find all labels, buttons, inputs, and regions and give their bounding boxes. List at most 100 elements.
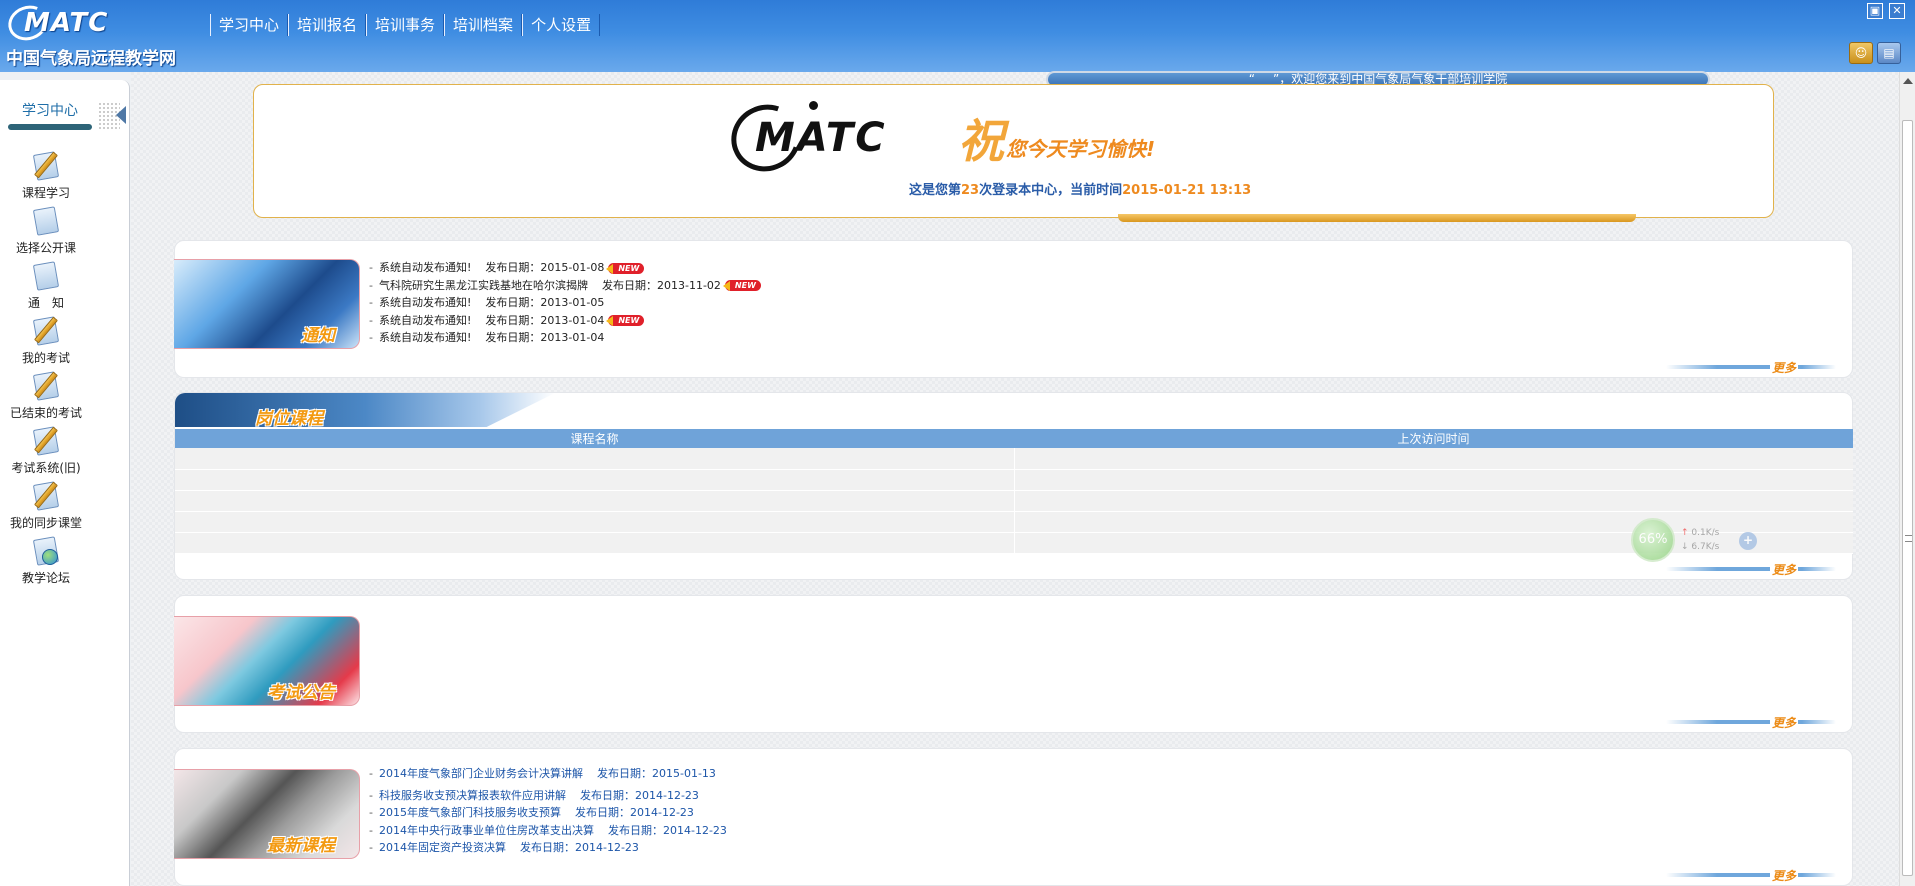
course-date: 发布日期：2014-12-23 bbox=[574, 806, 694, 819]
login-info: 这是您第23次登录本中心，当前时间2015-01-21 13:13 bbox=[909, 179, 1251, 198]
login-prefix: 这是您第 bbox=[909, 183, 962, 198]
sidebar-item-old-exam-system[interactable]: 考试系统(旧) bbox=[0, 425, 92, 476]
vertical-scrollbar[interactable] bbox=[1899, 72, 1915, 886]
new-courses-label: 最新课程 bbox=[267, 836, 335, 856]
user-tool-icon[interactable]: ☺ bbox=[1849, 42, 1873, 64]
nav-training-signup[interactable]: 培训报名 bbox=[288, 14, 367, 36]
table-cell bbox=[175, 448, 1015, 470]
notice-link[interactable]: 系统自动发布通知! bbox=[379, 314, 471, 327]
collapse-arrow-icon[interactable] bbox=[116, 106, 126, 124]
new-courses-section: 最新课程 -2014年度气象部门企业财务会计决算讲解 发布日期：2015-01-1… bbox=[174, 748, 1853, 886]
table-row bbox=[175, 469, 1853, 491]
course-link[interactable]: 2014年中央行政事业单位住房改革支出决算 bbox=[379, 824, 594, 837]
course-link[interactable]: 科技服务收支预决算报表软件应用讲解 bbox=[379, 789, 566, 802]
list-item: - 系统自动发布通知! 发布日期：2013-01-04 NEW bbox=[369, 312, 761, 330]
course-link[interactable]: 2015年度气象部门科技服务收支预算 bbox=[379, 806, 561, 819]
notice-date: 发布日期：2013-01-04 bbox=[485, 331, 605, 344]
public-course-icon bbox=[29, 205, 63, 237]
upload-speed: ↑ 0.1K/s bbox=[1681, 528, 1719, 538]
upload-arrow-icon: ↑ bbox=[1681, 528, 1692, 538]
list-item: - 科技服务收支预决算报表软件应用讲解 发布日期：2014-12-23 bbox=[369, 788, 699, 802]
nav-personal-settings[interactable]: 个人设置 bbox=[522, 14, 601, 36]
sidebar-tab-learning-center[interactable]: 学习中心 bbox=[10, 100, 90, 120]
table-cell bbox=[175, 532, 1015, 554]
post-courses-more-link[interactable]: 更多 bbox=[1666, 561, 1836, 578]
sidebar-item-notice[interactable]: 通 知 bbox=[0, 260, 92, 311]
post-courses-header: 岗位课程 bbox=[175, 393, 575, 427]
notice-link[interactable]: 系统自动发布通知! bbox=[379, 296, 471, 309]
scroll-up-icon[interactable] bbox=[1903, 78, 1913, 84]
new-courses-more-link[interactable]: 更多 bbox=[1666, 867, 1836, 884]
sidebar-item-my-exam[interactable]: 我的考试 bbox=[0, 315, 92, 366]
nav-learning-center[interactable]: 学习中心 bbox=[210, 14, 289, 36]
list-item: -2015年度气象部门科技服务收支预算 发布日期：2014-12-23 bbox=[369, 806, 694, 819]
notices-image: 通知 bbox=[174, 259, 360, 349]
more-label: 更多 bbox=[1769, 867, 1798, 884]
download-speed-value: 6.7K/s bbox=[1691, 542, 1720, 552]
sidebar-item-sync-classroom[interactable]: 我的同步课堂 bbox=[0, 480, 92, 531]
more-arrow-icon bbox=[1666, 567, 1836, 571]
download-speed: ↓ 6.7K/s bbox=[1681, 542, 1719, 552]
table-cell bbox=[175, 490, 1015, 512]
sidebar-item-public-course[interactable]: 选择公开课 bbox=[0, 205, 92, 256]
column-course-name[interactable]: 课程名称 bbox=[175, 429, 1014, 448]
column-last-visit[interactable]: 上次访问时间 bbox=[1014, 429, 1853, 448]
nav-training-affairs[interactable]: 培训事务 bbox=[366, 14, 445, 36]
sidebar-item-forum[interactable]: 教学论坛 bbox=[0, 535, 92, 586]
matc-logo: MATC bbox=[720, 93, 911, 183]
banner-accent bbox=[1118, 214, 1636, 222]
exam-notices-more-link[interactable]: 更多 bbox=[1666, 714, 1836, 731]
more-label: 更多 bbox=[1769, 359, 1798, 376]
new-badge-icon: NEW bbox=[722, 280, 761, 291]
course-date: 发布日期：2015-01-13 bbox=[596, 767, 716, 780]
notice-link[interactable]: 系统自动发布通知! bbox=[379, 261, 471, 274]
notice-link[interactable]: 气科院研究生黑龙江实践基地在哈尔滨揭牌 bbox=[379, 279, 588, 292]
plus-icon[interactable]: + bbox=[1739, 532, 1757, 550]
greeting-text: 您今天学习愉快! bbox=[1006, 137, 1156, 161]
exam-notices-image: 考试公告 bbox=[174, 616, 360, 706]
list-item: -2014年度气象部门企业财务会计决算讲解 发布日期：2015-01-13 bbox=[369, 767, 716, 780]
course-link[interactable]: 2014年度气象部门企业财务会计决算讲解 bbox=[379, 767, 583, 780]
close-icon[interactable]: ✕ bbox=[1889, 3, 1905, 19]
sync-classroom-icon bbox=[29, 480, 63, 512]
table-row bbox=[175, 511, 1853, 533]
finished-exam-icon bbox=[29, 370, 63, 402]
table-cell bbox=[175, 469, 1015, 491]
scroll-grip-icon bbox=[1905, 535, 1912, 542]
scroll-thumb[interactable] bbox=[1902, 120, 1913, 876]
table-cell bbox=[1014, 490, 1853, 512]
sidebar-item-label: 考试系统(旧) bbox=[11, 461, 81, 475]
notices-more-link[interactable]: 更多 bbox=[1666, 359, 1836, 376]
new-badge-icon: NEW bbox=[606, 315, 645, 326]
course-date: 发布日期：2014-12-23 bbox=[607, 823, 727, 837]
list-item: -2014年中央行政事业单位住房改革支出决算 发布日期：2014-12-23 bbox=[369, 823, 727, 837]
table-row bbox=[175, 448, 1853, 470]
new-courses-image: 最新课程 bbox=[174, 769, 360, 859]
sidebar-item-course-study[interactable]: 课程学习 bbox=[0, 150, 92, 201]
more-arrow-icon bbox=[1666, 720, 1836, 724]
sidebar-item-label: 我的考试 bbox=[21, 351, 70, 365]
more-arrow-icon bbox=[1666, 873, 1836, 877]
sidebar-item-label: 课程学习 bbox=[21, 186, 70, 200]
print-tool-icon[interactable]: ▤ bbox=[1877, 42, 1901, 64]
sidebar-item-label: 选择公开课 bbox=[15, 241, 76, 255]
sidebar-item-label: 已结束的考试 bbox=[9, 406, 82, 420]
notice-list: - 系统自动发布通知! 发布日期：2015-01-08 NEW - 气科院研究生黑龙江实… bbox=[369, 259, 761, 347]
notice-date: 发布日期：2015-01-08 bbox=[485, 261, 605, 274]
login-mid: 次登录本中心，当前时间 bbox=[979, 183, 1123, 198]
net-speed-widget[interactable]: 66% ↑ 0.1K/s ↓ 6.7K/s + bbox=[1631, 518, 1757, 562]
course-link[interactable]: 2014年固定资产投资决算 bbox=[379, 841, 506, 854]
sidebar: 学习中心 课程学习 选择公开课 通 知 我的考试 已结束的考试 考试系统(旧) … bbox=[0, 80, 130, 886]
restore-icon[interactable]: ▣ bbox=[1867, 3, 1883, 19]
sidebar-item-label: 我的同步课堂 bbox=[9, 516, 82, 530]
logo-dot bbox=[809, 101, 818, 110]
site-logo[interactable]: MATC 中国气象局远程教学网 bbox=[3, 0, 191, 69]
list-item: - 气科院研究生黑龙江实践基地在哈尔滨揭牌 发布日期：2013-11-02 NEW bbox=[369, 277, 761, 295]
sidebar-item-finished-exam[interactable]: 已结束的考试 bbox=[0, 370, 92, 421]
window-controls: ▣ ✕ bbox=[1867, 3, 1905, 19]
list-item: - 系统自动发布通知! 发布日期：2013-01-05 bbox=[369, 296, 605, 309]
login-count: 23 bbox=[961, 183, 980, 198]
greeting-character: 祝 bbox=[958, 114, 1004, 168]
nav-training-records[interactable]: 培训档案 bbox=[444, 14, 523, 36]
notice-link[interactable]: 系统自动发布通知! bbox=[379, 331, 471, 344]
